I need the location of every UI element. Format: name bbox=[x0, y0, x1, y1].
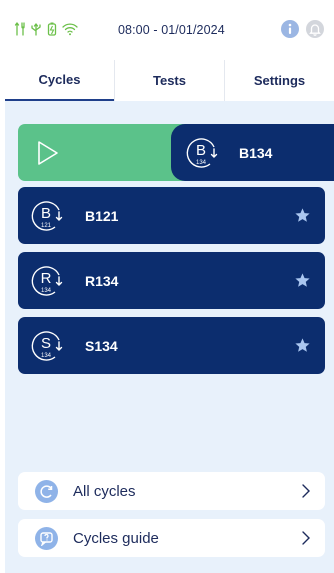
star-icon[interactable] bbox=[294, 207, 311, 224]
star-icon[interactable] bbox=[294, 272, 311, 289]
cycles-guide-link[interactable]: Cycles guide bbox=[18, 519, 325, 557]
badge-letter: B bbox=[196, 142, 206, 159]
play-icon bbox=[38, 141, 58, 165]
help-chat-icon bbox=[35, 527, 58, 550]
date-time: 08:00 - 01/01/2024 bbox=[118, 23, 225, 37]
selected-cycle-card[interactable]: B 134 B134 bbox=[171, 124, 334, 181]
cycle-name: R134 bbox=[85, 272, 119, 289]
status-icons bbox=[14, 22, 78, 36]
cycle-refresh-icon bbox=[35, 480, 58, 503]
cycle-item-s134[interactable]: S 134 S134 bbox=[18, 317, 325, 374]
cycle-name: B121 bbox=[85, 207, 119, 224]
all-cycles-label: All cycles bbox=[73, 482, 136, 500]
bell-icon bbox=[309, 24, 321, 36]
usb-icon bbox=[30, 22, 42, 36]
chevron-right-icon bbox=[302, 484, 310, 498]
cycle-name: S134 bbox=[85, 337, 118, 354]
selected-cycle-row: B 134 B134 bbox=[18, 124, 334, 181]
cycle-badge-icon: B 134 bbox=[186, 138, 218, 168]
badge-number: 121 bbox=[41, 223, 52, 229]
chevron-right-icon bbox=[302, 531, 310, 545]
cycle-item-r134[interactable]: R 134 R134 bbox=[18, 252, 325, 309]
badge-letter: B bbox=[41, 205, 51, 222]
badge-number: 134 bbox=[196, 160, 207, 166]
info-icon bbox=[288, 23, 292, 34]
tab-bar: Cycles Tests Settings bbox=[5, 60, 334, 101]
badge-letter: R bbox=[41, 270, 52, 287]
wifi-icon bbox=[62, 22, 78, 36]
all-cycles-link[interactable]: All cycles bbox=[18, 472, 325, 510]
star-icon[interactable] bbox=[294, 337, 311, 354]
info-button[interactable] bbox=[281, 20, 299, 38]
tools-icon bbox=[14, 22, 26, 36]
cycles-guide-label: Cycles guide bbox=[73, 529, 159, 547]
badge-number: 134 bbox=[41, 288, 52, 294]
selected-cycle-name: B134 bbox=[239, 144, 273, 161]
tab-tests[interactable]: Tests bbox=[114, 60, 224, 101]
notifications-button[interactable] bbox=[306, 20, 324, 38]
tab-settings[interactable]: Settings bbox=[224, 60, 334, 101]
cycles-panel: B 134 B134 B 121 B121 R 134 R134 S 134 S… bbox=[5, 101, 334, 573]
badge-letter: S bbox=[41, 335, 51, 352]
cycle-item-b121[interactable]: B 121 B121 bbox=[18, 187, 325, 244]
cycle-badge-icon: R 134 bbox=[31, 266, 63, 296]
cycle-badge-icon: B 121 bbox=[31, 201, 63, 231]
start-cycle-button[interactable] bbox=[18, 124, 190, 181]
tab-cycles[interactable]: Cycles bbox=[5, 60, 114, 101]
battery-icon bbox=[46, 22, 58, 36]
badge-number: 134 bbox=[41, 353, 52, 359]
cycle-badge-icon: S 134 bbox=[31, 331, 63, 361]
status-bar: 08:00 - 01/01/2024 bbox=[0, 0, 334, 56]
